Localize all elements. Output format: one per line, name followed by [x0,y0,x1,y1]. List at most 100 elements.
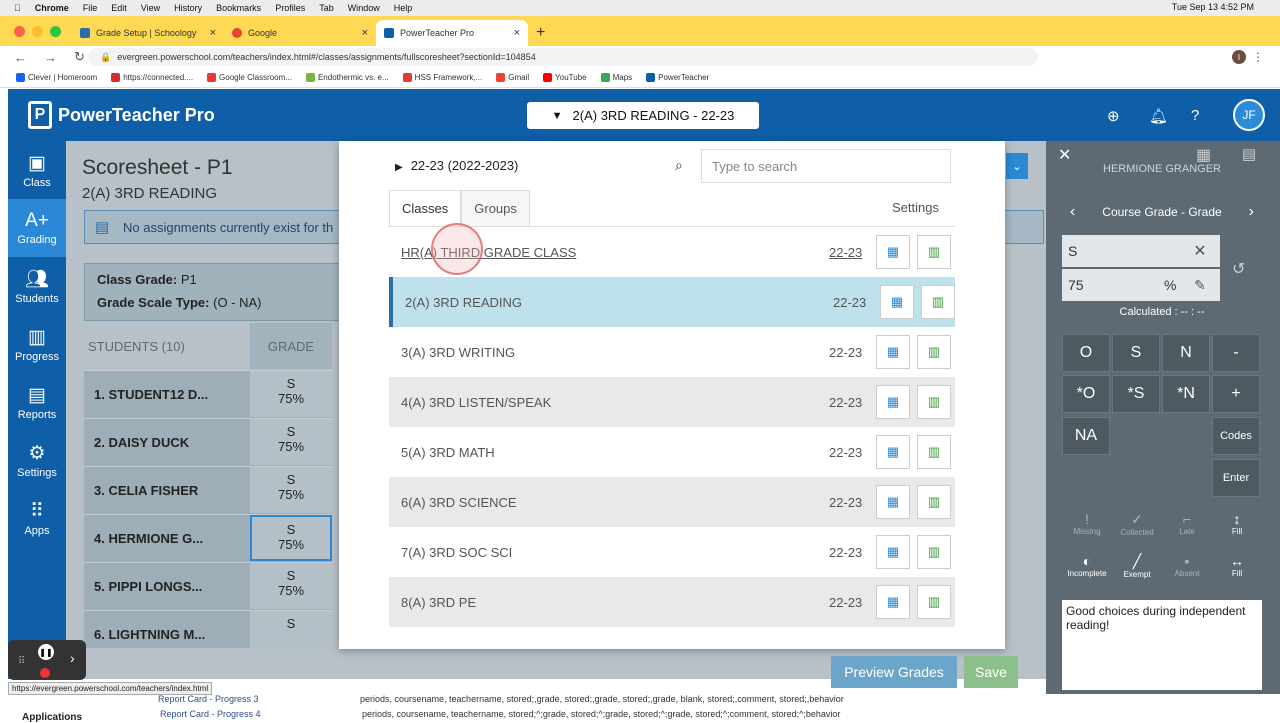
preview-grades-button[interactable]: Preview Grades [831,656,957,688]
report-link-4[interactable]: Report Card - Progress 4 [160,709,261,719]
report-link-3[interactable]: Report Card - Progress 3 [158,694,259,704]
grade-cell[interactable]: S 75% [250,563,332,609]
scoresheet-icon[interactable]: ▦ [876,535,910,569]
class-row[interactable]: 7(A) 3RD SOC SCI 22-23 ▦ ▥ [389,527,955,577]
bookmark-classroom[interactable]: Google Classroom... [207,73,292,83]
menu-history[interactable]: History [174,3,202,13]
flag-exempt[interactable]: ╱ Exempt [1112,553,1162,579]
menu-window[interactable]: Window [348,3,380,13]
chart-icon[interactable]: ▥ [917,385,951,419]
student-row[interactable]: 5. PIPPI LONGS... S 75% [84,562,332,610]
forward-icon[interactable]: → [44,50,60,65]
class-name[interactable]: 5(A) 3RD MATH [401,445,495,460]
grid-icon[interactable]: ▦ [1196,145,1211,165]
key-star-n[interactable]: *N [1162,375,1210,413]
scoresheet-icon[interactable]: ▦ [876,335,910,369]
flag-collected[interactable]: ✓ Collected [1112,511,1162,537]
help-icon[interactable]: ? [1191,107,1199,124]
fill-horizontal-button[interactable]: ↔ Fill [1212,553,1262,578]
back-icon[interactable]: ← [14,50,30,65]
tab-groups[interactable]: Groups [461,190,530,226]
menubar-app[interactable]: Chrome [35,3,69,13]
settings-link[interactable]: Settings [892,200,939,215]
undo-icon[interactable]: ↺ [1232,259,1245,279]
class-name[interactable]: 7(A) 3RD SOC SCI [401,545,512,560]
menu-profiles[interactable]: Profiles [275,3,305,13]
class-row[interactable]: 8(A) 3RD PE 22-23 ▦ ▥ [389,577,955,627]
menu-dots-icon[interactable]: ⋮ [1252,50,1264,64]
new-tab-button[interactable]: + [528,20,558,46]
grade-cell[interactable]: S 75% [250,515,332,561]
key-o[interactable]: O [1062,334,1110,372]
nav-students[interactable]: 👥︎ Students [8,257,66,315]
save-button[interactable]: Save [964,656,1018,688]
clear-icon[interactable]: ✕ [1180,235,1220,267]
enter-button[interactable]: Enter [1212,459,1260,497]
bookmark-hss[interactable]: HSS Framework,... [402,73,482,83]
nav-class[interactable]: ▣ Class [8,141,66,199]
key-n[interactable]: N [1162,334,1210,372]
tab-classes[interactable]: Classes [389,190,462,226]
student-row[interactable]: 1. STUDENT12 D... S 75% [84,370,332,418]
student-row[interactable]: 2. DAISY DUCK S 75% [84,418,332,466]
class-row[interactable]: 4(A) 3RD LISTEN/SPEAK 22-23 ▦ ▥ [389,377,955,427]
user-avatar[interactable]: JF [1233,99,1265,131]
class-name[interactable]: 8(A) 3RD PE [401,595,476,610]
nav-grading[interactable]: A+ Grading [8,199,66,257]
codes-button[interactable]: Codes [1212,417,1260,455]
chevron-right-icon[interactable]: › [1249,203,1254,221]
student-row[interactable]: 6. LIGHTNING M... S [84,610,332,648]
profile-avatar[interactable]: I [1232,50,1246,64]
scoresheet-icon[interactable]: ▦ [876,435,910,469]
grade-cell[interactable]: S 75% [250,419,332,465]
apple-icon[interactable]:  [14,3,21,13]
scoresheet-icon[interactable]: ▦ [876,585,910,619]
pause-icon[interactable]: ❚❚ [38,644,54,660]
key-na[interactable]: NA [1062,417,1110,455]
key-s[interactable]: S [1112,334,1160,372]
menu-edit[interactable]: Edit [111,3,127,13]
scoresheet-icon[interactable]: ▦ [880,285,914,319]
class-name[interactable]: 6(A) 3RD SCIENCE [401,495,517,510]
bookmark-youtube[interactable]: YouTube [543,73,587,83]
url-field[interactable]: 🔒 evergreen.powerschool.com/teachers/inde… [88,48,1038,66]
grade-cell[interactable]: S [250,611,332,648]
nav-apps[interactable]: ⠿ Apps [8,489,66,547]
nav-reports[interactable]: ▤ Reports [8,373,66,431]
app-logo[interactable]: P PowerTeacher Pro [28,101,215,129]
flag-late[interactable]: ⌐ Late [1162,511,1212,536]
scoresheet-icon[interactable]: ▦ [876,485,910,519]
close-tab-icon[interactable]: × [210,27,216,39]
chart-icon[interactable]: ▥ [917,535,951,569]
grade-header[interactable]: GRADE [250,323,332,369]
flag-incomplete[interactable]: ◐ Incomplete [1062,553,1112,578]
stop-record-icon[interactable] [40,668,50,678]
close-window-button[interactable] [14,26,25,37]
chart-icon[interactable]: ▥ [917,485,951,519]
chevron-down-icon[interactable]: ⌄ [1006,153,1028,179]
chevron-right-icon[interactable]: › [70,650,75,666]
class-name[interactable]: 2(A) 3RD READING [405,295,522,310]
chart-icon[interactable]: ▥ [917,435,951,469]
menu-help[interactable]: Help [394,3,413,13]
chart-icon[interactable]: ▥ [917,335,951,369]
class-row[interactable]: 2(A) 3RD READING 22-23 ▦ ▥ [389,277,955,327]
class-row[interactable]: 6(A) 3RD SCIENCE 22-23 ▦ ▥ [389,477,955,527]
chart-icon[interactable]: ▥ [921,285,955,319]
bookmark-powerteacher[interactable]: PowerTeacher [646,73,709,83]
tab-google[interactable]: Google × [224,20,376,46]
bookmark-endothermic[interactable]: Endothermic vs. e... [305,73,389,83]
year-selector[interactable]: ▶ 22-23 (2022-2023) [395,158,518,173]
class-row[interactable]: 3(A) 3RD WRITING 22-23 ▦ ▥ [389,327,955,377]
minimize-window-button[interactable] [32,26,43,37]
scoresheet-icon[interactable]: ▦ [876,235,910,269]
class-row[interactable]: 5(A) 3RD MATH 22-23 ▦ ▥ [389,427,955,477]
close-tab-icon[interactable]: × [362,27,368,39]
flag-absent[interactable]: ▪ Absent [1162,553,1212,578]
class-name[interactable]: HR(A) THIRD GRADE CLASS [401,245,576,260]
tab-powerteacher[interactable]: PowerTeacher Pro × [376,20,528,46]
key-star-o[interactable]: *O [1062,375,1110,413]
bookmark-connected[interactable]: https://connected.... [111,73,193,83]
drag-handle-icon[interactable]: ⠿ [18,656,25,667]
menu-bookmarks[interactable]: Bookmarks [216,3,261,13]
